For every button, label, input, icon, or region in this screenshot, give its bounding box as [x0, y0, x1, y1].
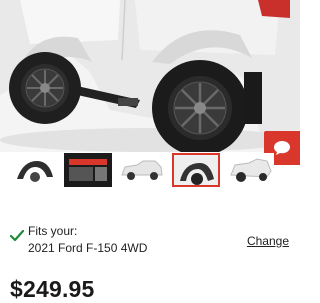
- kit-box-icon: [69, 159, 107, 181]
- chat-bubble-icon: [274, 141, 290, 155]
- fender-flare-icon: [17, 161, 53, 182]
- thumbnail-truck-angle[interactable]: [226, 153, 274, 187]
- thumbnail-strip: [10, 153, 274, 189]
- truck-side-icon: [121, 160, 163, 180]
- change-vehicle-link[interactable]: Change: [247, 234, 289, 248]
- thumbnail-kit-box[interactable]: [64, 153, 112, 187]
- vehicle-name: 2021 Ford F-150 4WD: [28, 241, 148, 255]
- fender-closeup-icon: [174, 155, 218, 185]
- product-main-image[interactable]: [0, 0, 300, 152]
- thumbnail-truck-side[interactable]: [118, 153, 166, 187]
- thumbnail-fender-flare[interactable]: [10, 153, 58, 187]
- fitment-info: Fits your: 2021 Ford F-150 4WD Change: [10, 224, 290, 258]
- checkmark-icon: [10, 230, 24, 242]
- product-price: $249.95: [10, 276, 95, 302]
- truck-angle-icon: [230, 158, 272, 182]
- thumbnail-fender-closeup[interactable]: [172, 153, 220, 187]
- fits-label: Fits your:: [28, 224, 78, 238]
